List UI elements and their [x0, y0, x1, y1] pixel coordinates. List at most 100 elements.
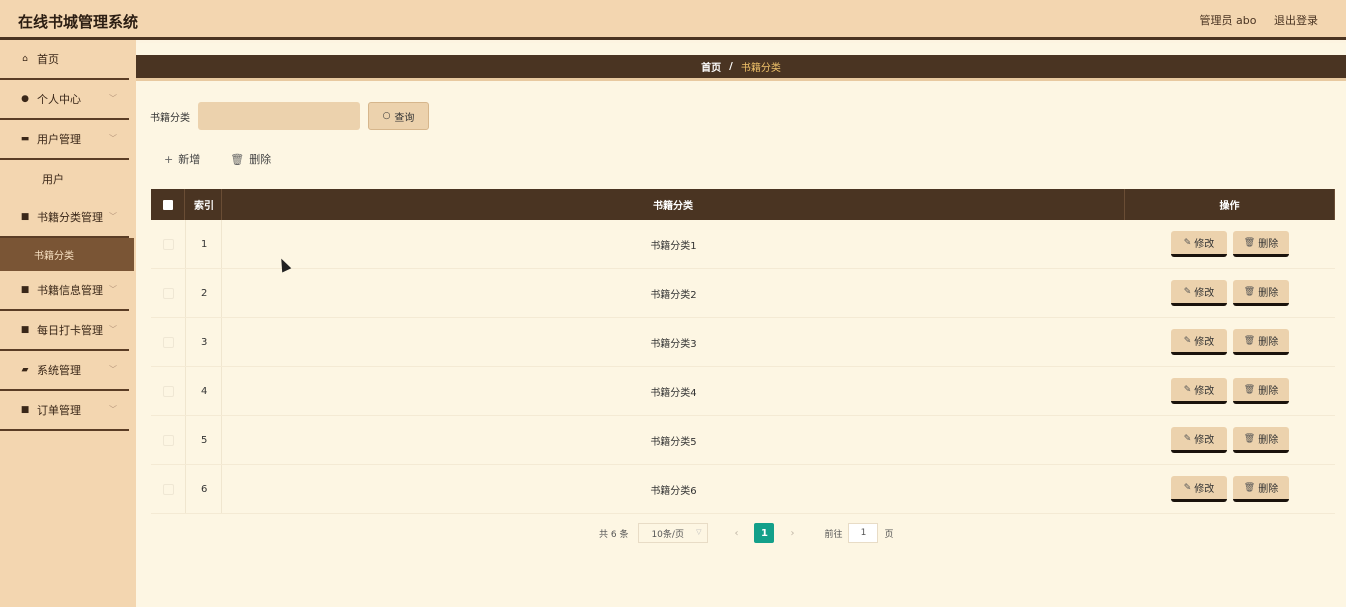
- row-checkbox[interactable]: [162, 238, 174, 250]
- sidebar-item-label: 书籍分类: [34, 251, 74, 262]
- next-page-button[interactable]: ›: [781, 523, 803, 543]
- row-check-cell: [151, 318, 185, 366]
- edit-button[interactable]: ✎ 修改: [1171, 329, 1227, 355]
- trash-icon: 🗑: [1243, 335, 1256, 346]
- delete-label: 删除: [1258, 288, 1279, 299]
- trash-icon: 🗑: [1243, 286, 1256, 297]
- table-header: 索引 书籍分类 操作: [151, 189, 1335, 220]
- edit-button[interactable]: ✎ 修改: [1171, 378, 1227, 404]
- sidebar-item-book-info[interactable]: ■ 书籍信息管理 ﹀: [0, 271, 129, 311]
- app-title: 在线书城管理系统: [18, 13, 139, 31]
- row-checkbox[interactable]: [162, 385, 174, 397]
- sidebar-item-category-management[interactable]: ■ 书籍分类管理 ﹀: [0, 198, 129, 238]
- sidebar-item-daily-checkin[interactable]: ■ 每日打卡管理 ﹀: [0, 311, 129, 351]
- row-check-cell: [151, 465, 185, 513]
- search-label: 书籍分类: [150, 112, 190, 124]
- delete-button[interactable]: 🗑 删除: [1233, 378, 1289, 404]
- delete-label: 删除: [1258, 435, 1279, 446]
- header-operation: 操作: [1125, 189, 1335, 220]
- breadcrumb-home[interactable]: 首页: [701, 59, 721, 74]
- search-button-label: 查询: [394, 112, 415, 124]
- row-checkbox[interactable]: [162, 434, 174, 446]
- total-count: 共 6 条: [599, 529, 629, 540]
- chevron-down-icon: ﹀: [109, 212, 117, 221]
- row-checkbox[interactable]: [162, 336, 174, 348]
- sidebar-item-label: 书籍信息管理: [37, 284, 103, 297]
- row-check-cell: [151, 220, 185, 268]
- edit-icon: ✎: [1183, 237, 1192, 248]
- breadcrumb: 首页 / 书籍分类: [136, 55, 1346, 81]
- delete-label: 删除: [1258, 337, 1279, 348]
- row-operations: ✎ 修改 🗑 删除: [1125, 367, 1335, 415]
- row-checkbox[interactable]: [162, 287, 174, 299]
- goto-page-input[interactable]: 1: [848, 523, 879, 543]
- grid-icon: ■: [20, 405, 30, 415]
- sidebar-item-user-management[interactable]: ▬ 用户管理 ﹀: [0, 120, 129, 160]
- delete-label: 删除: [1258, 239, 1279, 250]
- page-number-current[interactable]: 1: [754, 523, 775, 543]
- table-row: 5 书籍分类5 ✎ 修改 🗑 删除: [151, 416, 1335, 465]
- sidebar-item-label: 用户管理: [37, 133, 81, 146]
- delete-button[interactable]: 🗑 删除: [1233, 476, 1289, 502]
- select-all-checkbox[interactable]: [162, 199, 173, 210]
- search-input[interactable]: [198, 102, 360, 130]
- row-index: 2: [185, 269, 222, 317]
- category-table: 索引 书籍分类 操作 1 书籍分类1 ✎ 修改 🗑 删除 2 书籍分类2 ✎ 修改 🗑…: [151, 189, 1335, 514]
- header-index: 索引: [185, 189, 222, 220]
- edit-icon: ✎: [1183, 286, 1192, 297]
- row-operations: ✎ 修改 🗑 删除: [1125, 269, 1335, 317]
- goto-unit: 页: [884, 529, 894, 540]
- chevron-down-icon: ﹀: [109, 325, 117, 334]
- row-operations: ✎ 修改 🗑 删除: [1125, 318, 1335, 366]
- batch-delete-button[interactable]: 🗑 删除: [230, 151, 271, 167]
- prev-page-button[interactable]: ‹: [725, 523, 747, 543]
- plus-icon: +: [164, 152, 174, 166]
- delete-button[interactable]: 🗑 删除: [1233, 329, 1289, 355]
- row-operations: ✎ 修改 🗑 删除: [1125, 465, 1335, 513]
- row-check-cell: [151, 269, 185, 317]
- search-button[interactable]: ○ 查询: [368, 102, 429, 130]
- delete-label: 删除: [1258, 386, 1279, 397]
- logout-link[interactable]: 退出登录: [1274, 14, 1318, 27]
- table-row: 6 书籍分类6 ✎ 修改 🗑 删除: [151, 465, 1335, 514]
- sidebar-subitem-users[interactable]: 用户: [0, 160, 129, 198]
- row-category: 书籍分类2: [650, 289, 697, 301]
- row-category: 书籍分类3: [650, 338, 697, 350]
- add-button[interactable]: + 新增: [164, 151, 200, 167]
- delete-button[interactable]: 🗑 删除: [1233, 231, 1289, 257]
- sidebar-item-label: 书籍分类管理: [37, 211, 103, 224]
- row-index: 5: [185, 416, 222, 464]
- delete-label: 删除: [1258, 484, 1279, 495]
- row-index: 1: [185, 220, 222, 268]
- delete-button[interactable]: 🗑 删除: [1233, 280, 1289, 306]
- page-size-select[interactable]: 10条/页 ▽: [638, 523, 709, 543]
- pagination: 共 6 条 10条/页 ▽ ‹ 1 › 前往 1 页: [599, 522, 893, 544]
- row-index: 4: [185, 367, 222, 415]
- row-category: 书籍分类4: [650, 387, 697, 399]
- table-row: 3 书籍分类3 ✎ 修改 🗑 删除: [151, 318, 1335, 367]
- select-all-cell: [151, 189, 185, 220]
- goto-page: 前往 1 页: [824, 523, 893, 543]
- user-icon: ●: [21, 94, 29, 104]
- edit-label: 修改: [1194, 337, 1215, 348]
- sidebar-item-label: 用户: [42, 173, 64, 186]
- admin-user-label[interactable]: 管理员 abo: [1200, 14, 1257, 27]
- sidebar-item-system[interactable]: ▰ 系统管理 ﹀: [0, 351, 129, 391]
- edit-button[interactable]: ✎ 修改: [1171, 427, 1227, 453]
- row-operations: ✎ 修改 🗑 删除: [1125, 220, 1335, 268]
- edit-button[interactable]: ✎ 修改: [1171, 231, 1227, 257]
- row-checkbox[interactable]: [162, 483, 174, 495]
- edit-button[interactable]: ✎ 修改: [1171, 476, 1227, 502]
- sidebar-item-label: 系统管理: [37, 364, 81, 377]
- edit-label: 修改: [1194, 435, 1215, 446]
- sidebar-item-home[interactable]: ⌂ 首页: [0, 40, 129, 80]
- row-index: 3: [185, 318, 222, 366]
- sidebar-subitem-book-category[interactable]: 书籍分类: [0, 238, 134, 271]
- sidebar-item-personal-center[interactable]: ● 个人中心 ﹀: [0, 80, 129, 120]
- goto-label: 前往: [824, 529, 843, 540]
- sidebar-item-orders[interactable]: ■ 订单管理 ﹀: [0, 391, 129, 431]
- delete-button[interactable]: 🗑 删除: [1233, 427, 1289, 453]
- edit-icon: ✎: [1183, 384, 1192, 395]
- breadcrumb-current: 书籍分类: [740, 63, 781, 74]
- edit-button[interactable]: ✎ 修改: [1171, 280, 1227, 306]
